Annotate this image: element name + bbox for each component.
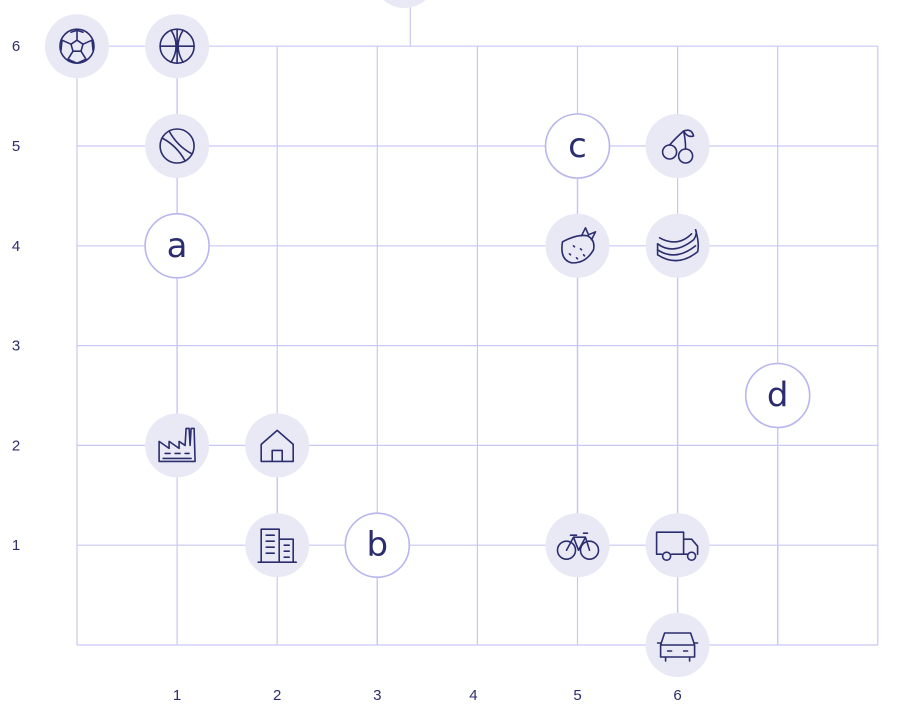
x-tick-label: 4 [469,687,477,704]
x-tick-label: 3 [373,687,381,704]
x-tick-label: 1 [173,687,181,704]
letter-token-b: b [344,512,411,579]
letter-token-label: a [167,226,188,266]
x-tick-label: 2 [273,687,281,704]
y-tick-label: 5 [12,138,20,155]
letter-token-c: c [544,113,611,179]
cherries-icon [645,114,710,178]
tokens: a b c d [45,0,811,677]
tennis-ball-icon [145,114,210,178]
strawberry-icon [545,213,610,278]
letter-token-a: a [144,213,210,279]
x-tick-label: 6 [673,687,681,704]
basketball-icon [145,14,210,79]
coordinate-grid-board: 1 2 3 4 5 6 1 2 3 4 5 6 a b c d [12,0,879,704]
letter-token-d: d [744,362,811,429]
bananas-icon [645,213,710,278]
truck-icon [645,513,710,578]
car-icon [645,613,710,677]
y-tick-label: 4 [12,238,20,255]
bicycle-icon [545,513,610,578]
letter-token-label: d [767,376,789,416]
y-tick-label: 3 [12,338,20,355]
office-building-icon [245,513,310,578]
y-tick-label: 2 [12,437,20,454]
y-tick-label: 6 [12,38,20,55]
letter-token-label: c [568,126,587,166]
y-tick-label: 1 [12,537,20,554]
house-icon [245,413,310,478]
partial-token-disc [383,0,426,8]
soccer-ball-icon [45,14,109,79]
x-tick-label: 5 [573,687,581,704]
grid-lines [76,0,879,646]
factory-icon [145,413,210,478]
letter-token-label: b [367,525,389,565]
